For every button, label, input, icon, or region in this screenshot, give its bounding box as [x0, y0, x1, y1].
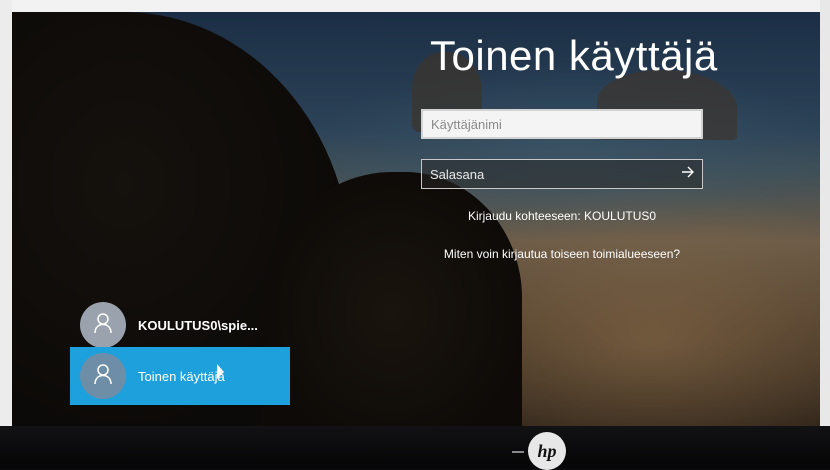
avatar	[80, 353, 126, 399]
user-tile-label: KOULUTUS0\spie...	[138, 317, 258, 333]
username-input[interactable]	[421, 109, 703, 139]
user-tile-other-user[interactable]: Toinen käyttäjä	[70, 347, 290, 405]
avatar	[80, 302, 126, 348]
mouse-cursor-icon	[217, 364, 224, 379]
monitor-bezel-bottom	[0, 426, 830, 468]
arrow-right-icon	[681, 165, 695, 183]
user-icon	[93, 312, 113, 339]
submit-button[interactable]	[674, 160, 702, 188]
monitor-bezel-right	[820, 0, 830, 468]
hp-logo: hp	[528, 432, 566, 470]
password-input[interactable]	[422, 160, 672, 188]
lock-screen: Toinen käyttäjä Kirjaudu kohteeseen: KOU…	[12, 12, 820, 430]
user-icon	[93, 363, 113, 390]
user-tile-label: Toinen käyttäjä	[138, 368, 225, 384]
monitor-decor-line	[512, 451, 524, 453]
password-field	[421, 159, 703, 189]
user-tile-koulutus[interactable]: KOULUTUS0\spie...	[70, 296, 290, 354]
monitor-bezel-left	[0, 0, 12, 468]
page-title: Toinen käyttäjä	[430, 32, 718, 79]
other-domain-link[interactable]: Miten voin kirjautua toiseen toimialuees…	[408, 247, 716, 261]
signin-target-text: Kirjaudu kohteeseen: KOULUTUS0	[467, 209, 657, 223]
